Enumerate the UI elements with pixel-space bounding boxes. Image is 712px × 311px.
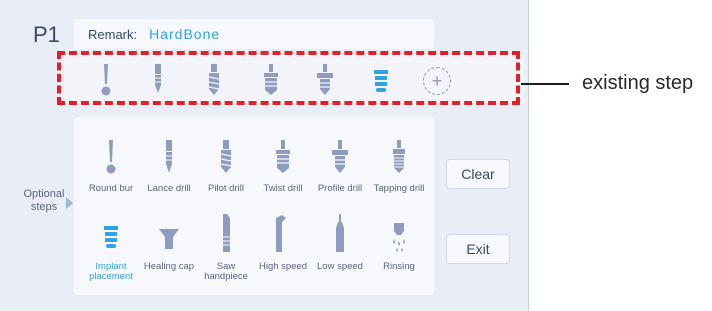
option-low-speed[interactable]: Low speed	[310, 205, 370, 283]
option-implant-placement[interactable]: Implant placement	[81, 205, 141, 283]
twist-drill-icon	[276, 140, 290, 173]
rinsing-icon	[393, 223, 405, 252]
option-profile-drill[interactable]: Profile drill	[310, 127, 370, 205]
lance-drill-icon	[166, 140, 172, 173]
high-speed-icon	[276, 215, 286, 252]
option-rinsing[interactable]: Rinsing	[369, 205, 429, 283]
option-saw-handpiece[interactable]: Saw handpiece	[196, 205, 256, 283]
implant-placement-icon	[104, 226, 118, 248]
callout-line	[521, 83, 569, 85]
saw-handpiece-icon	[223, 214, 230, 252]
remark-value: HardBone	[149, 26, 221, 42]
option-label: Pilot drill	[208, 183, 244, 194]
option-label: Saw handpiece	[204, 261, 248, 282]
option-pilot-drill[interactable]: Pilot drill	[196, 127, 256, 205]
option-label: Rinsing	[383, 261, 415, 272]
option-tapping-drill[interactable]: Tapping drill	[369, 127, 429, 205]
option-label: Profile drill	[317, 183, 363, 194]
program-panel: P1 Remark: HardBone + Optional steps Rou…	[0, 0, 529, 311]
pilot-drill-icon	[220, 140, 232, 173]
optional-steps-label: Optional steps	[23, 188, 65, 213]
tapping-drill-icon	[393, 140, 405, 173]
remark-label: Remark:	[88, 26, 138, 42]
option-label: Low speed	[317, 261, 363, 272]
clear-button[interactable]: Clear	[446, 159, 510, 189]
option-label: High speed	[258, 261, 308, 272]
option-label: Healing cap	[143, 261, 195, 272]
option-lance-drill[interactable]: Lance drill	[139, 127, 199, 205]
existing-step-highlight	[57, 51, 520, 105]
callout-label: existing step	[582, 72, 694, 94]
healing-cap-icon	[159, 229, 179, 249]
option-label: Tapping drill	[373, 183, 425, 194]
optional-steps-grid: Round bur Lance drill Pilot drill Twist …	[74, 117, 434, 295]
option-round-bur[interactable]: Round bur	[81, 127, 141, 205]
option-twist-drill[interactable]: Twist drill	[253, 127, 313, 205]
option-high-speed[interactable]: High speed	[253, 205, 313, 283]
option-healing-cap[interactable]: Healing cap	[139, 205, 199, 283]
low-speed-icon	[336, 214, 344, 252]
option-label: Lance drill	[147, 183, 191, 194]
option-label: Twist drill	[263, 183, 303, 194]
round-bur-icon	[106, 140, 116, 174]
exit-button[interactable]: Exit	[446, 234, 510, 264]
program-label: P1	[33, 22, 60, 47]
profile-drill-icon	[332, 140, 348, 173]
option-label: Implant placement	[89, 261, 133, 282]
option-label: Round bur	[88, 183, 134, 194]
caret-right-icon	[66, 197, 73, 209]
remark-bar[interactable]: Remark: HardBone	[74, 19, 434, 49]
